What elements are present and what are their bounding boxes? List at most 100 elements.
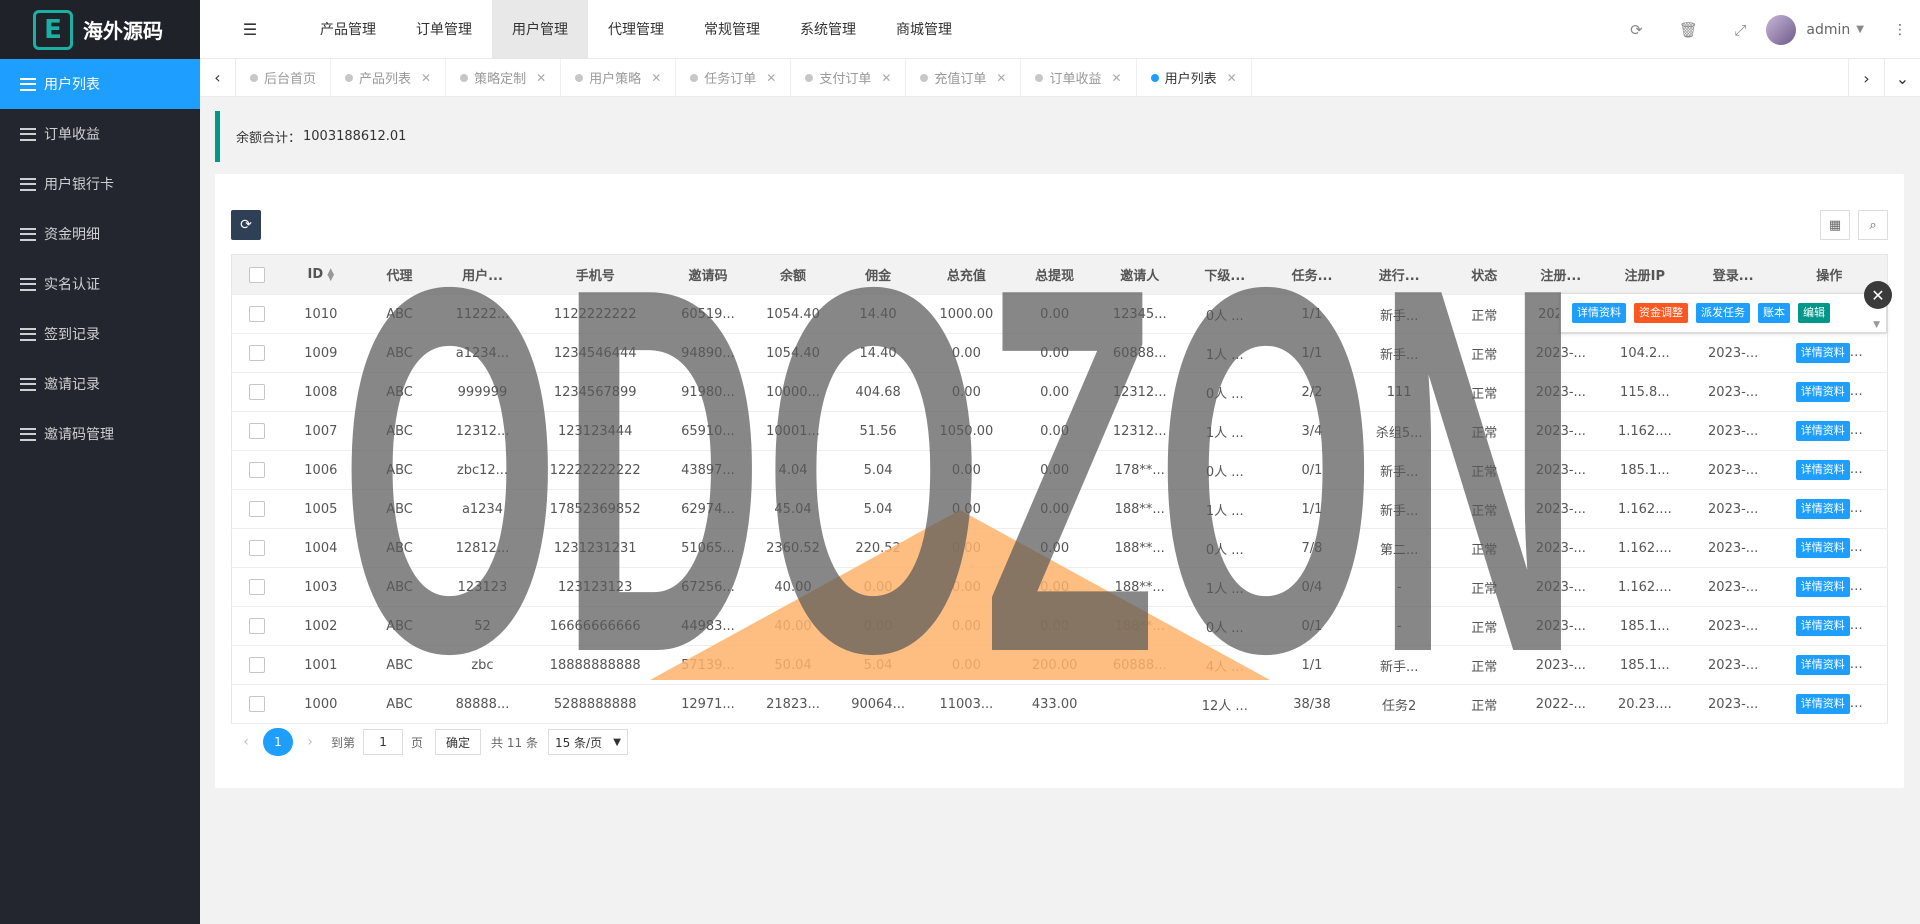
sort-icon[interactable]: ▲ ▼ bbox=[327, 267, 334, 282]
tab-close-icon[interactable]: ✕ bbox=[1112, 71, 1122, 85]
tab-close-icon[interactable]: ✕ bbox=[996, 71, 1006, 85]
table-cell: 0.00 bbox=[920, 528, 1013, 568]
caret-down-icon[interactable]: ▼ bbox=[1856, 24, 1864, 35]
row-checkbox[interactable] bbox=[249, 423, 266, 439]
table-cell bbox=[1097, 684, 1183, 724]
tabs-next-icon[interactable]: › bbox=[1848, 59, 1884, 97]
tab-close-icon[interactable]: ✕ bbox=[1227, 71, 1237, 85]
page-tab-7[interactable]: 订单收益 ✕ bbox=[1021, 58, 1137, 97]
table-refresh-button[interactable]: ⟳ bbox=[231, 210, 261, 240]
table-cell: 5.04 bbox=[835, 450, 921, 490]
sidebar-item-0[interactable]: 用户列表 bbox=[0, 59, 200, 109]
page-tab-6[interactable]: 充值订单 ✕ bbox=[906, 58, 1022, 97]
table-cell: 详情资料… bbox=[1771, 528, 1888, 568]
page-tab-label: 策略定制 bbox=[474, 72, 527, 87]
row-checkbox[interactable] bbox=[249, 540, 266, 556]
columns-filter-icon[interactable]: ▦ bbox=[1820, 210, 1850, 240]
sidebar-item-3[interactable]: 资金明细 bbox=[0, 209, 200, 259]
details-button[interactable]: 详情资料 bbox=[1795, 538, 1850, 558]
page-tab-2[interactable]: 策略定制 ✕ bbox=[446, 58, 562, 97]
table-row: 1003 ABC 123123 123123123 67256... 40.00 0.00 0… bbox=[231, 567, 1888, 607]
more-actions-ellipsis: … bbox=[1849, 384, 1863, 399]
current-page[interactable]: 1 bbox=[263, 728, 293, 756]
refresh-icon[interactable]: ⟳ bbox=[1610, 21, 1662, 39]
row-checkbox[interactable] bbox=[249, 657, 266, 673]
page-size-select[interactable]: 15 条/页 ▼ bbox=[547, 729, 628, 755]
row-checkbox[interactable] bbox=[249, 384, 266, 400]
row-checkbox[interactable] bbox=[249, 462, 266, 478]
row-checkbox[interactable] bbox=[249, 618, 266, 634]
row-action-button-3[interactable]: 账本 bbox=[1758, 303, 1790, 323]
tab-close-icon[interactable]: ✕ bbox=[536, 71, 546, 85]
tab-close-icon[interactable]: ✕ bbox=[881, 71, 891, 85]
row-action-button-0[interactable]: 详情资料 bbox=[1572, 303, 1626, 323]
details-button[interactable]: 详情资料 bbox=[1795, 460, 1850, 480]
row-select-cell bbox=[231, 645, 283, 685]
column-header[interactable]: ID ▲ ▼ bbox=[282, 254, 360, 295]
tabs-menu-icon[interactable]: ⌄ bbox=[1884, 59, 1920, 97]
fullscreen-icon[interactable]: ⤢ bbox=[1714, 21, 1766, 39]
page-tab-8[interactable]: 用户列表 ✕ bbox=[1137, 58, 1252, 97]
next-page-icon[interactable]: › bbox=[295, 734, 325, 750]
cell-text: 第二... bbox=[1379, 542, 1419, 558]
page-tab-4[interactable]: 任务订单 ✕ bbox=[676, 58, 792, 97]
table-row: 1001 ABC zbc 18888888888 57139... 50.04 5.04 0.… bbox=[231, 645, 1888, 685]
sidebar-item-4[interactable]: 实名认证 bbox=[0, 259, 200, 309]
row-checkbox[interactable] bbox=[249, 579, 266, 595]
details-button[interactable]: 详情资料 bbox=[1795, 616, 1850, 636]
table-row: 1007 ABC 12312... 123123444 65910... 10001...… bbox=[231, 411, 1888, 451]
details-button[interactable]: 详情资料 bbox=[1795, 343, 1850, 363]
search-icon[interactable]: ⌕ bbox=[1858, 210, 1888, 240]
row-checkbox[interactable] bbox=[249, 696, 266, 712]
tabs-prev-icon[interactable]: ‹ bbox=[200, 58, 236, 97]
goto-confirm-button[interactable]: 确定 bbox=[435, 729, 482, 755]
page-tab-3[interactable]: 用户策略 ✕ bbox=[561, 58, 677, 97]
table-cell: 2023-... bbox=[1526, 606, 1595, 646]
top-tab-0[interactable]: 产品管理 bbox=[300, 0, 396, 59]
row-checkbox[interactable] bbox=[249, 501, 266, 517]
sidebar-item-2[interactable]: 用户银行卡 bbox=[0, 159, 200, 209]
details-button[interactable]: 详情资料 bbox=[1795, 577, 1850, 597]
page-tabs-bar: ‹ 后台首页 产品列表 ✕ 策略定制 ✕ 用户策略 ✕ 任务订单 ✕ 支付订单 ✕ 充值订单 ✕ 订单收益… bbox=[200, 58, 1920, 97]
menu-toggle-icon[interactable]: ☰ bbox=[200, 0, 300, 59]
page-tab-label: 用户列表 bbox=[1164, 72, 1217, 87]
tab-close-icon[interactable]: ✕ bbox=[766, 71, 776, 85]
top-tab-6[interactable]: 商城管理 bbox=[876, 0, 972, 59]
prev-page-icon[interactable]: ‹ bbox=[231, 734, 261, 750]
goto-page-input[interactable]: 1 bbox=[363, 729, 404, 755]
top-tab-2[interactable]: 用户管理 bbox=[492, 0, 588, 59]
select-all-checkbox[interactable] bbox=[249, 266, 266, 283]
cell-text: 1003 bbox=[304, 579, 338, 595]
page-tab-1[interactable]: 产品列表 ✕ bbox=[331, 58, 447, 97]
tab-close-icon[interactable]: ✕ bbox=[651, 71, 661, 85]
top-tab-5[interactable]: 系统管理 bbox=[780, 0, 876, 59]
row-action-button-4[interactable]: 编辑 bbox=[1798, 303, 1830, 323]
top-tab-3[interactable]: 代理管理 bbox=[588, 0, 684, 59]
details-button[interactable]: 详情资料 bbox=[1795, 655, 1850, 675]
avatar[interactable] bbox=[1766, 14, 1797, 45]
user-name[interactable]: admin bbox=[1806, 22, 1850, 38]
close-icon[interactable]: ✕ bbox=[1864, 281, 1892, 309]
row-checkbox[interactable] bbox=[249, 306, 266, 322]
row-action-button-1[interactable]: 资金调整 bbox=[1634, 303, 1688, 323]
details-button[interactable]: 详情资料 bbox=[1795, 499, 1850, 519]
details-button[interactable]: 详情资料 bbox=[1795, 382, 1850, 402]
top-tab-1[interactable]: 订单管理 bbox=[396, 0, 492, 59]
cell-text: a1234 bbox=[461, 501, 503, 517]
sidebar-item-1[interactable]: 订单收益 bbox=[0, 109, 200, 159]
more-vertical-icon[interactable]: ⋮ bbox=[1888, 22, 1912, 38]
tab-close-icon[interactable]: ✕ bbox=[421, 71, 431, 85]
cell-text: 21823... bbox=[766, 696, 820, 712]
sidebar-item-7[interactable]: 邀请码管理 bbox=[0, 409, 200, 459]
sidebar-item-5[interactable]: 签到记录 bbox=[0, 309, 200, 359]
row-checkbox[interactable] bbox=[249, 345, 266, 361]
page-tab-0[interactable]: 后台首页 bbox=[236, 58, 332, 97]
trash-icon[interactable]: 🗑 bbox=[1662, 21, 1714, 39]
details-button[interactable]: 详情资料 bbox=[1795, 694, 1850, 714]
page-tab-5[interactable]: 支付订单 ✕ bbox=[791, 58, 907, 97]
top-tab-4[interactable]: 常规管理 bbox=[684, 0, 780, 59]
row-action-button-2[interactable]: 派发任务 bbox=[1696, 303, 1750, 323]
logo[interactable]: E 海外源码 bbox=[0, 0, 200, 59]
sidebar-item-6[interactable]: 邀请记录 bbox=[0, 359, 200, 409]
details-button[interactable]: 详情资料 bbox=[1795, 421, 1850, 441]
